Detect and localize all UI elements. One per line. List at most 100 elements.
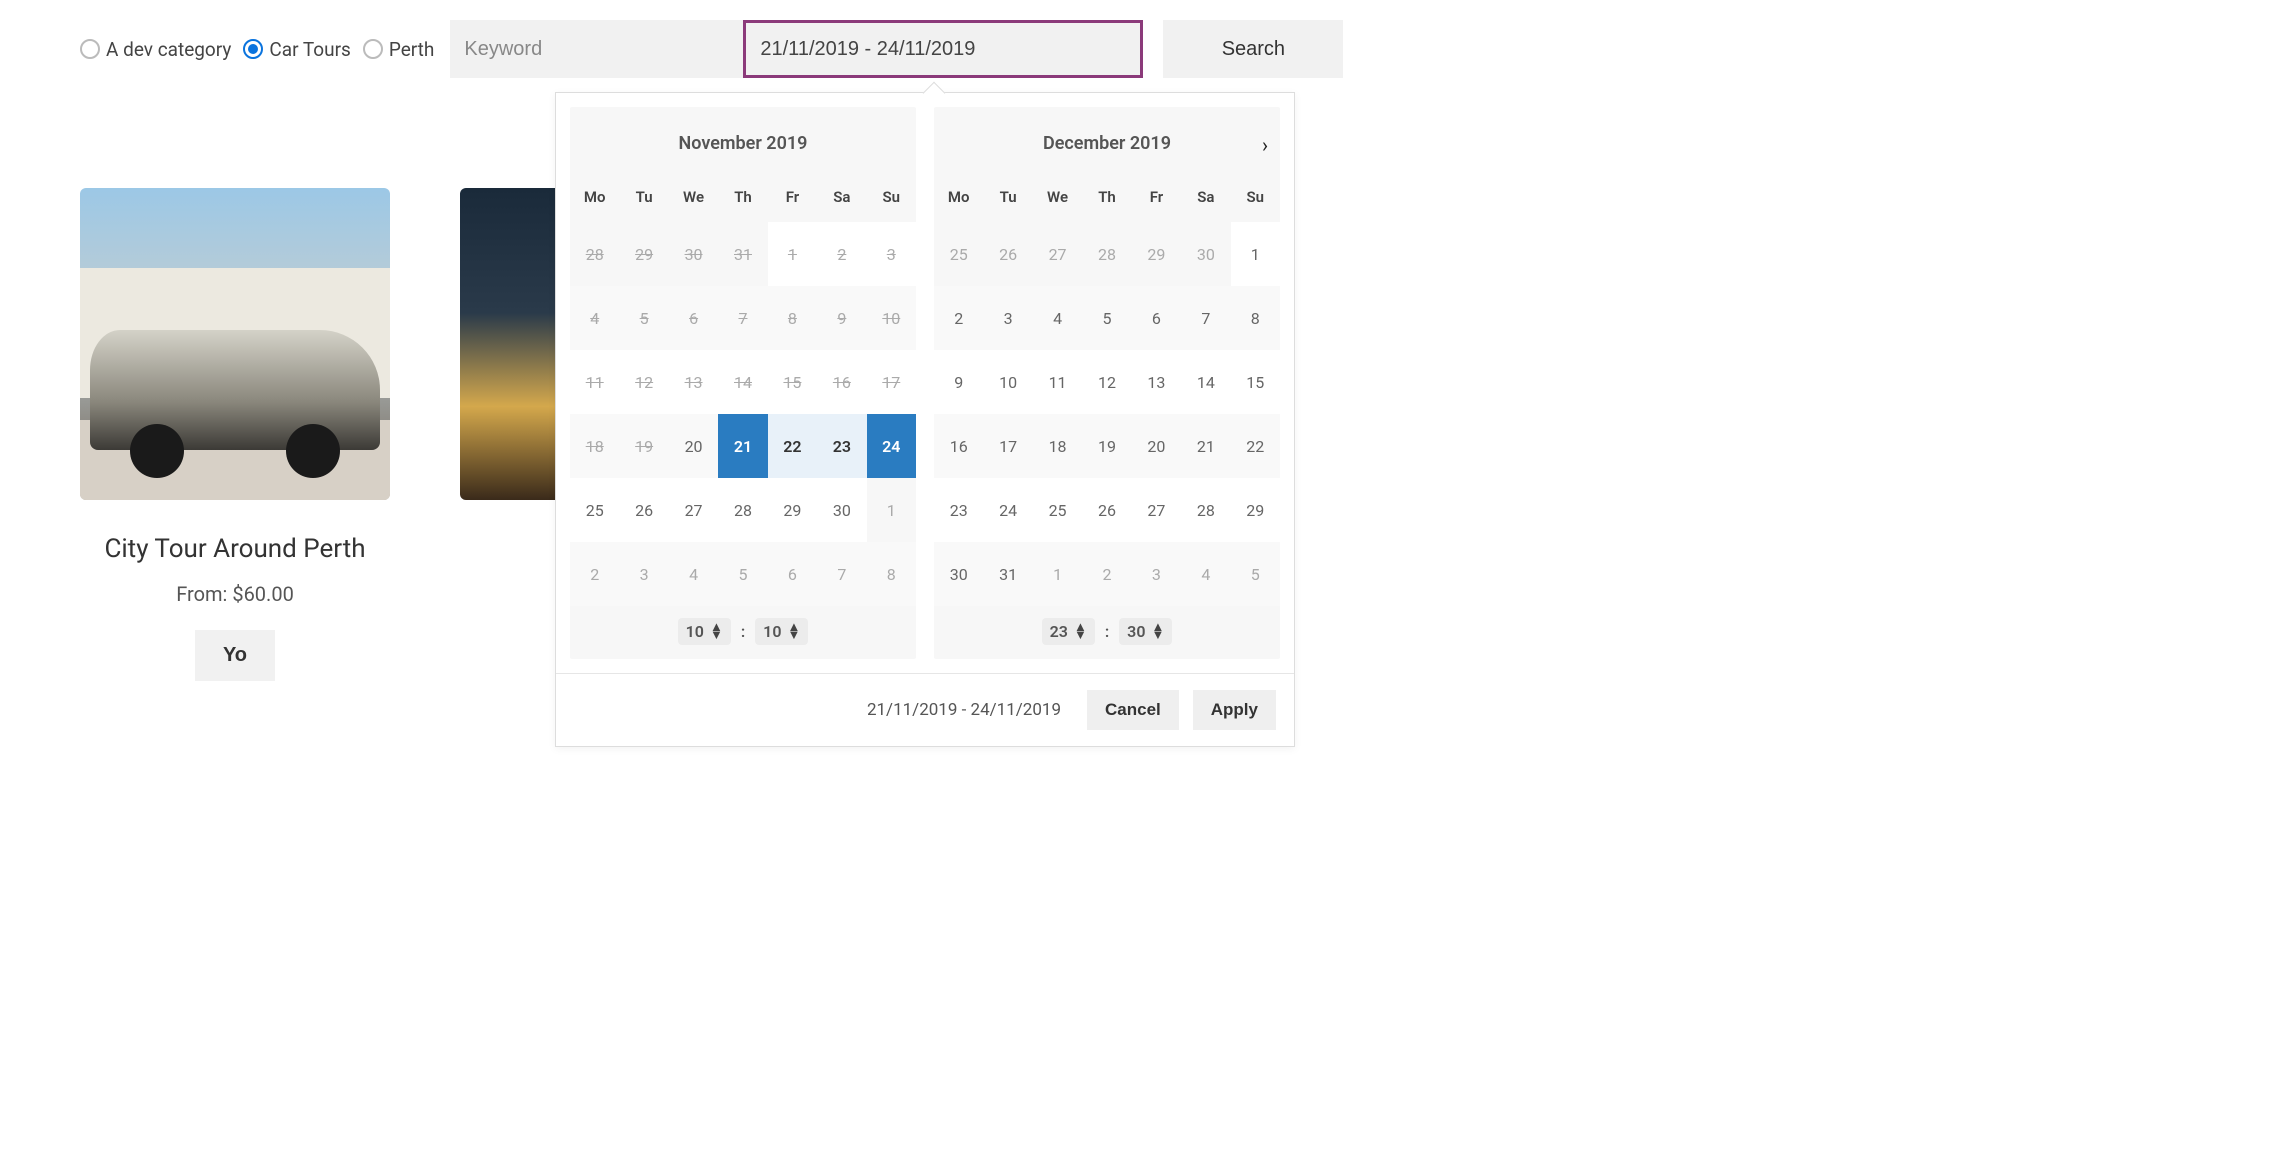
minute-stepper[interactable]: 10▲▼ — [755, 618, 808, 645]
calendar-day[interactable]: 2 — [1082, 542, 1131, 606]
calendar-day[interactable]: 12 — [1082, 350, 1131, 414]
calendar-day[interactable]: 30 — [817, 478, 866, 542]
radio-car-tours[interactable]: Car Tours — [243, 38, 350, 61]
calendar-day[interactable]: 26 — [1082, 478, 1131, 542]
calendar-day[interactable]: 30 — [1181, 222, 1230, 286]
calendar-day[interactable]: 26 — [619, 478, 668, 542]
minute-stepper[interactable]: 30▲▼ — [1119, 618, 1172, 645]
time-selector: 10▲▼:10▲▼ — [570, 606, 916, 653]
calendar-day: 6 — [669, 286, 718, 350]
calendar-day[interactable]: 25 — [934, 222, 983, 286]
cancel-button[interactable]: Cancel — [1087, 690, 1179, 730]
calendar-day[interactable]: 6 — [768, 542, 817, 606]
calendar-day[interactable]: 15 — [1231, 350, 1280, 414]
calendar-day[interactable]: 23 — [817, 414, 866, 478]
calendar-month: December 2019›MoTuWeThFrSaSu252627282930… — [934, 107, 1280, 659]
calendar-day[interactable]: 28 — [1181, 478, 1230, 542]
calendar-day[interactable]: 3 — [1132, 542, 1181, 606]
calendar-day[interactable]: 24 — [983, 478, 1032, 542]
hour-stepper[interactable]: 10▲▼ — [678, 618, 731, 645]
calendar-day: 5 — [619, 286, 668, 350]
calendar-day[interactable]: 22 — [768, 414, 817, 478]
weekday-label: Sa — [817, 180, 866, 222]
daterange-input[interactable] — [743, 20, 1143, 78]
calendar-day[interactable]: 18 — [1033, 414, 1082, 478]
calendar-day[interactable]: 5 — [718, 542, 767, 606]
calendar-day[interactable]: 27 — [1033, 222, 1082, 286]
calendar-day[interactable]: 28 — [718, 478, 767, 542]
weekday-label: Fr — [1132, 180, 1181, 222]
calendar-day[interactable]: 27 — [669, 478, 718, 542]
calendar-day[interactable]: 8 — [867, 542, 916, 606]
calendar-day[interactable]: 29 — [1132, 222, 1181, 286]
calendar-day[interactable]: 26 — [983, 222, 1032, 286]
calendar-day[interactable]: 25 — [1033, 478, 1082, 542]
calendar-day[interactable]: 27 — [1132, 478, 1181, 542]
stepper-arrows-icon: ▲▼ — [787, 624, 800, 640]
calendar-day[interactable]: 31 — [983, 542, 1032, 606]
calendar-day: 12 — [619, 350, 668, 414]
calendar-day[interactable]: 5 — [1082, 286, 1131, 350]
calendar-day[interactable]: 2 — [934, 286, 983, 350]
product-card: City Tour Around Perth From: $60.00 Yo — [80, 188, 390, 681]
calendar-day[interactable]: 4 — [1033, 286, 1082, 350]
calendar-day[interactable]: 3 — [983, 286, 1032, 350]
calendar-day[interactable]: 30 — [934, 542, 983, 606]
calendar-month: November 2019MoTuWeThFrSaSu2829303112345… — [570, 107, 916, 659]
calendar-day[interactable]: 22 — [1231, 414, 1280, 478]
calendar-day[interactable]: 4 — [669, 542, 718, 606]
calendar-day[interactable]: 29 — [768, 478, 817, 542]
weekday-label: Tu — [983, 180, 1032, 222]
calendar-day[interactable]: 13 — [1132, 350, 1181, 414]
stepper-arrows-icon: ▲▼ — [710, 624, 723, 640]
calendar-day[interactable]: 29 — [1231, 478, 1280, 542]
calendar-day[interactable]: 20 — [1132, 414, 1181, 478]
calendar-day[interactable]: 14 — [1181, 350, 1230, 414]
month-title: November 2019 — [570, 107, 916, 180]
radio-icon — [80, 39, 100, 59]
weekday-header: MoTuWeThFrSaSu — [934, 180, 1280, 222]
product-button[interactable]: Yo — [195, 630, 275, 681]
calendar-day[interactable]: 1 — [1033, 542, 1082, 606]
calendar-day[interactable]: 8 — [1231, 286, 1280, 350]
calendar-day[interactable]: 16 — [934, 414, 983, 478]
apply-button[interactable]: Apply — [1193, 690, 1276, 730]
weekday-label: Fr — [768, 180, 817, 222]
calendar-day[interactable]: 2 — [570, 542, 619, 606]
calendar-day[interactable]: 3 — [619, 542, 668, 606]
category-radio-group: A dev category Car Tours Perth — [80, 38, 450, 61]
time-colon: : — [1105, 622, 1109, 641]
calendar-day[interactable]: 21 — [1181, 414, 1230, 478]
calendar-day[interactable]: 28 — [1082, 222, 1131, 286]
hour-stepper[interactable]: 23▲▼ — [1042, 618, 1095, 645]
calendar-day[interactable]: 6 — [1132, 286, 1181, 350]
weekday-label: Sa — [1181, 180, 1230, 222]
calendar-day[interactable]: 11 — [1033, 350, 1082, 414]
calendar-day[interactable]: 17 — [983, 414, 1032, 478]
calendar-day[interactable]: 19 — [1082, 414, 1131, 478]
keyword-input[interactable] — [450, 20, 743, 78]
calendar-day[interactable]: 7 — [1181, 286, 1230, 350]
calendar-day[interactable]: 21 — [718, 414, 767, 478]
calendar-day[interactable]: 20 — [669, 414, 718, 478]
search-button[interactable]: Search — [1163, 20, 1343, 78]
calendar-day[interactable]: 4 — [1181, 542, 1230, 606]
calendar-day[interactable]: 9 — [934, 350, 983, 414]
calendar-day: 9 — [817, 286, 866, 350]
calendar-day[interactable]: 24 — [867, 414, 916, 478]
calendar-day[interactable]: 7 — [817, 542, 866, 606]
radio-a-dev-category[interactable]: A dev category — [80, 38, 231, 61]
calendar-day[interactable]: 5 — [1231, 542, 1280, 606]
calendar-day: 11 — [570, 350, 619, 414]
calendar-day: 4 — [570, 286, 619, 350]
calendar-day[interactable]: 23 — [934, 478, 983, 542]
calendar-day[interactable]: 25 — [570, 478, 619, 542]
radio-perth[interactable]: Perth — [363, 38, 435, 61]
calendar-day[interactable]: 1 — [867, 478, 916, 542]
chevron-right-icon[interactable]: › — [1262, 133, 1268, 157]
calendar-day[interactable]: 1 — [1231, 222, 1280, 286]
calendar-day[interactable]: 10 — [983, 350, 1032, 414]
calendar-day: 16 — [817, 350, 866, 414]
daterange-picker: November 2019MoTuWeThFrSaSu2829303112345… — [555, 92, 1295, 747]
radio-icon — [243, 39, 263, 59]
